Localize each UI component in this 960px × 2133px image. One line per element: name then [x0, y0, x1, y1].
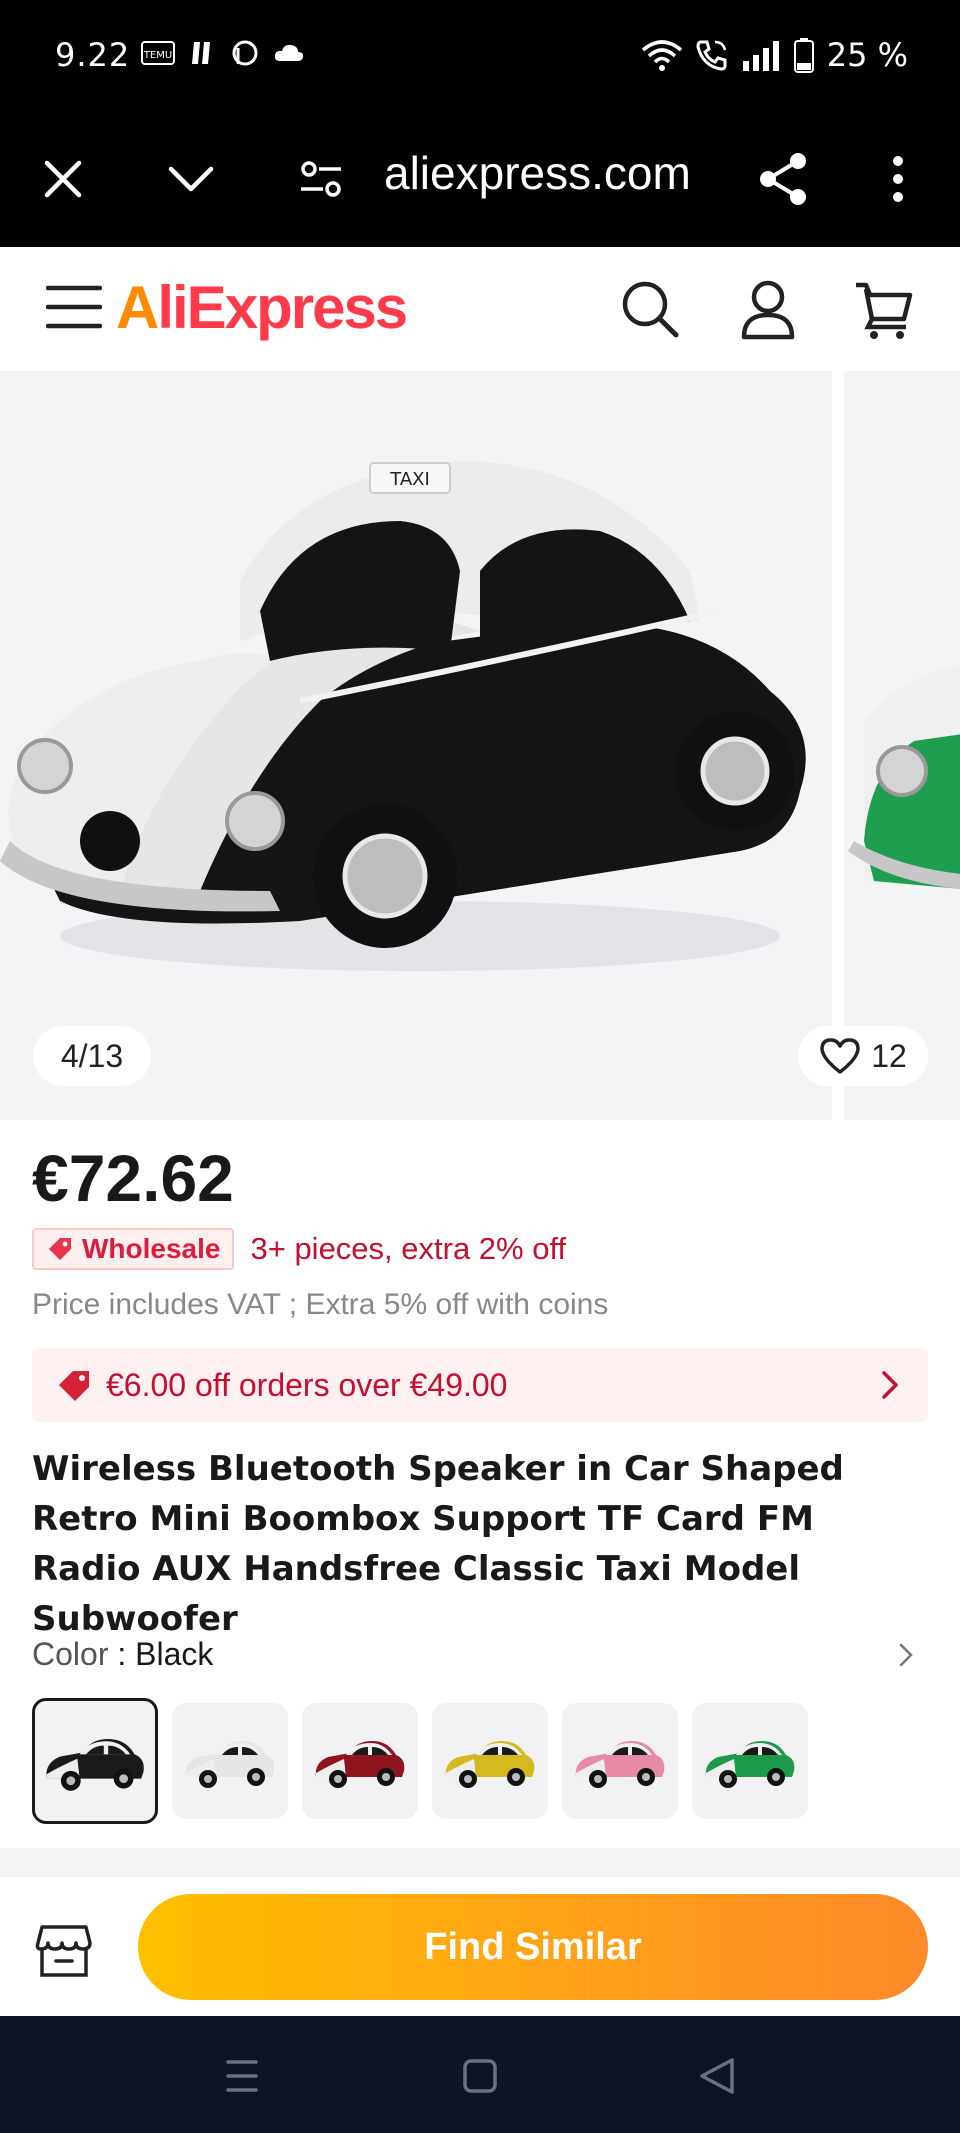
- more-vertical-icon: [893, 156, 903, 202]
- signal-icon: [742, 41, 779, 71]
- search-icon: [622, 281, 679, 338]
- home-button[interactable]: [456, 2052, 504, 2100]
- wholesale-label: Wholesale: [82, 1233, 221, 1264]
- site-header: AliExpress: [0, 247, 960, 371]
- logo-letter: A: [116, 274, 159, 341]
- product-image[interactable]: TAXI: [0, 371, 832, 1120]
- close-tab-button[interactable]: [28, 144, 98, 214]
- status-time: 9.22: [55, 36, 131, 74]
- wholesale-row: Wholesale 3+ pieces, extra 2% off: [32, 1228, 566, 1270]
- color-selector-row[interactable]: Color : Black: [32, 1636, 928, 1673]
- swatch-car-image: [445, 1741, 535, 1788]
- color-swatch-green[interactable]: [692, 1703, 808, 1819]
- more-options-button[interactable]: [863, 144, 933, 214]
- back-button[interactable]: [694, 2052, 742, 2100]
- color-separator: :: [108, 1636, 136, 1672]
- svg-text:TEMU: TEMU: [143, 50, 172, 61]
- coupon-text: €6.00 off orders over €49.00: [106, 1366, 508, 1403]
- logo-text: liExpress: [157, 274, 408, 341]
- product-title: Wireless Bluetooth Speaker in Car Shaped…: [32, 1449, 844, 1639]
- heart-icon: [820, 1038, 860, 1074]
- tune-icon: [301, 161, 341, 197]
- cart-button[interactable]: [852, 277, 916, 341]
- green-taxi-image: [848, 665, 960, 890]
- bottom-action-bar: Find Similar: [0, 1876, 960, 2016]
- site-settings-button[interactable]: [286, 144, 356, 214]
- notification-icon: [192, 42, 210, 64]
- battery-icon: [793, 38, 814, 73]
- swatch-car-image: [46, 1739, 144, 1791]
- status-left-icons: TEMU: [140, 38, 306, 68]
- coupon-tag-icon: [59, 1371, 89, 1401]
- account-button[interactable]: [736, 277, 800, 341]
- coupon-banner[interactable]: €6.00 off orders over €49.00: [32, 1348, 928, 1422]
- home-icon: [463, 2059, 497, 2093]
- product-gallery[interactable]: TAXI 4/13 12: [0, 371, 960, 1120]
- next-product-image[interactable]: [844, 371, 960, 1120]
- close-icon: [44, 160, 82, 198]
- aliexpress-logo[interactable]: AliExpress: [116, 273, 408, 342]
- swatch-car-image: [705, 1741, 795, 1788]
- wifi-icon: [641, 40, 682, 71]
- taxi-car-image: TAXI: [0, 461, 806, 971]
- status-bar: 9.22 TEMU 25 %: [0, 0, 960, 110]
- wholesale-badge: Wholesale: [32, 1228, 235, 1270]
- recents-icon: [226, 2060, 258, 2092]
- chevron-down-icon: [168, 166, 214, 192]
- color-swatches: [32, 1698, 808, 1824]
- swatch-car-image: [315, 1741, 405, 1788]
- color-swatch-pink[interactable]: [562, 1703, 678, 1819]
- color-value: Black: [135, 1636, 214, 1672]
- wifi-call-icon: [696, 40, 727, 71]
- color-swatch-white[interactable]: [172, 1703, 288, 1819]
- product-price: €72.62: [32, 1141, 234, 1215]
- wishlist-button[interactable]: 12: [798, 1026, 928, 1086]
- cart-icon: [856, 282, 913, 339]
- back-icon: [700, 2058, 734, 2094]
- swatch-car-image: [575, 1741, 665, 1788]
- temu-icon: TEMU: [141, 41, 175, 65]
- minimize-button[interactable]: [156, 144, 226, 214]
- color-swatch-black[interactable]: [32, 1698, 158, 1824]
- store-icon: [35, 1925, 92, 1977]
- chevron-right-icon: [899, 1643, 913, 1667]
- tag-icon: [49, 1238, 71, 1260]
- pager-text: 4/13: [60, 1037, 124, 1074]
- gallery-divider: [832, 371, 844, 1120]
- recent-apps-button[interactable]: [218, 2052, 266, 2100]
- page: 9.22 TEMU 25 % aliexpress.com AliExpress…: [0, 0, 960, 2133]
- store-button[interactable]: [34, 1921, 94, 1981]
- color-swatch-red[interactable]: [302, 1703, 418, 1819]
- color-label: Color: [32, 1636, 109, 1672]
- swatch-car-image: [185, 1741, 275, 1788]
- share-button[interactable]: [748, 144, 818, 214]
- svg-text:TAXI: TAXI: [389, 469, 430, 490]
- battery-percent: 25 %: [826, 36, 908, 74]
- section-separator: [0, 1848, 960, 1876]
- search-button[interactable]: [618, 277, 682, 341]
- vat-note: Price includes VAT ; Extra 5% off with c…: [32, 1288, 609, 1321]
- wish-count: 12: [871, 1037, 907, 1074]
- find-similar-button[interactable]: Find Similar: [138, 1894, 928, 2000]
- color-swatch-yellow[interactable]: [432, 1703, 548, 1819]
- wholesale-offer: 3+ pieces, extra 2% off: [250, 1231, 567, 1266]
- system-nav-bar: [0, 2016, 960, 2133]
- cloud-icon: [274, 44, 304, 61]
- menu-button[interactable]: [45, 283, 103, 333]
- user-icon: [741, 280, 795, 340]
- threads-icon: [232, 40, 258, 66]
- share-icon: [760, 153, 806, 205]
- image-pager: 4/13: [33, 1026, 151, 1086]
- chevron-right-icon: [882, 1371, 898, 1399]
- hamburger-icon: [45, 285, 103, 329]
- status-right-icons: 25 %: [641, 36, 908, 74]
- browser-toolbar: aliexpress.com: [0, 110, 960, 247]
- url-text[interactable]: aliexpress.com: [384, 146, 691, 200]
